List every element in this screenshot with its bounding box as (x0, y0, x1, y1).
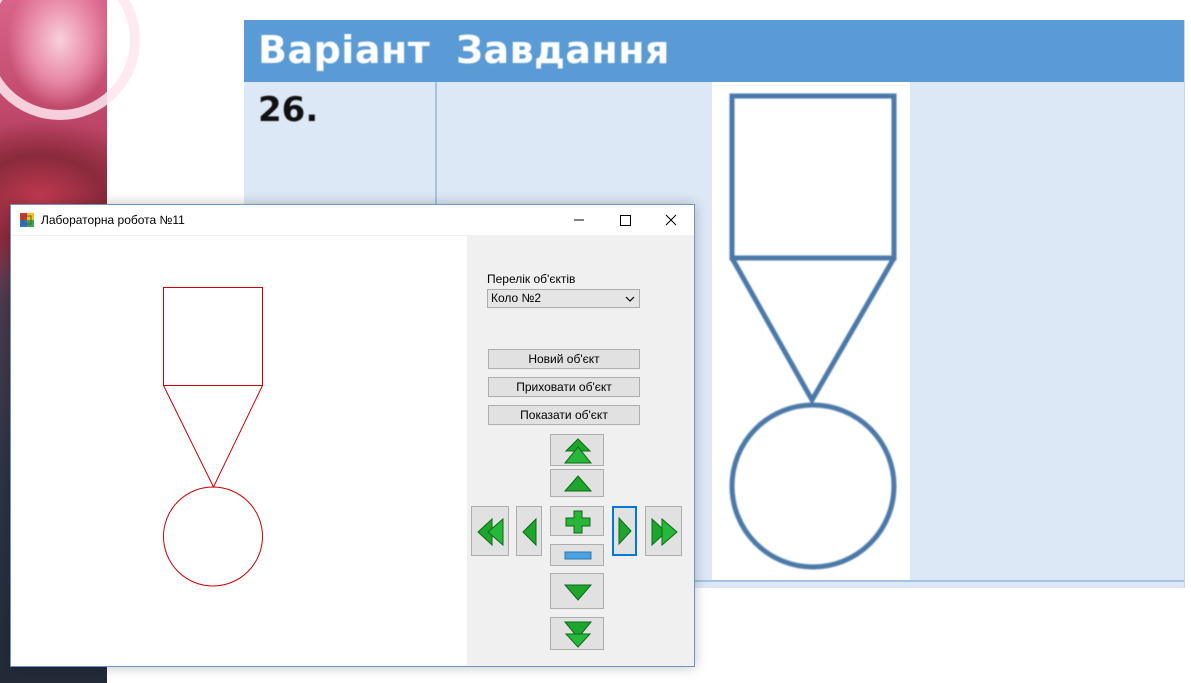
move-left-fast-button[interactable] (471, 506, 509, 556)
double-arrow-up-icon (563, 438, 593, 464)
task-figure (712, 82, 910, 580)
window-title: Лабораторна робота №11 (41, 213, 185, 227)
double-arrow-left-icon (477, 517, 504, 547)
shrink-button[interactable] (550, 544, 604, 566)
move-up-button[interactable] (550, 469, 604, 497)
move-down-button[interactable] (550, 573, 604, 609)
move-up-fast-button[interactable] (550, 434, 604, 466)
double-arrow-down-icon (563, 621, 593, 648)
minimize-button[interactable] (556, 205, 602, 235)
control-panel: Перелік об'єктів Коло №2 Новий об'єкт Пр… (467, 236, 694, 666)
arrow-left-icon (522, 517, 537, 547)
triangle-shape[interactable] (163, 385, 263, 489)
move-left-button[interactable] (516, 506, 542, 556)
reference-triangle (729, 256, 897, 406)
close-icon (665, 214, 677, 226)
wallpaper-ring (0, 0, 140, 120)
variant-column-header: Варіант (258, 28, 431, 72)
title-bar[interactable]: Лабораторна робота №11 (11, 205, 694, 235)
minus-icon (564, 551, 592, 560)
app-window: Лабораторна робота №11 Перелік об'єктів … (10, 204, 695, 667)
objects-select-value: Коло №2 (491, 291, 542, 305)
arrow-up-icon (563, 475, 593, 492)
minimize-icon (574, 219, 584, 221)
drawing-canvas[interactable] (11, 236, 467, 666)
objects-list-label: Перелік об'єктів (487, 272, 576, 286)
circle-shape[interactable] (163, 486, 263, 587)
reference-figure-drawing (729, 93, 897, 570)
enlarge-button[interactable] (550, 506, 604, 536)
reference-circle (729, 402, 897, 570)
objects-select[interactable]: Коло №2 (487, 289, 640, 308)
arrow-down-icon (563, 584, 593, 601)
new-object-button[interactable]: Новий об'єкт (488, 349, 640, 369)
move-right-button[interactable] (612, 506, 637, 556)
double-arrow-right-icon (651, 517, 678, 547)
maximize-button[interactable] (602, 205, 648, 235)
chevron-down-icon (625, 296, 635, 302)
arrow-right-icon (618, 516, 632, 546)
close-button[interactable] (648, 205, 694, 235)
hide-object-button[interactable]: Приховати об'єкт (488, 377, 640, 397)
canvas-drawing (163, 287, 263, 587)
app-icon (20, 213, 34, 227)
task-table-header: Варіант Завдання (244, 20, 1184, 82)
move-right-fast-button[interactable] (645, 506, 682, 556)
task-column-header: Завдання (456, 28, 670, 72)
square-shape[interactable] (163, 287, 263, 386)
maximize-icon (620, 215, 631, 226)
show-object-button[interactable]: Показати об'єкт (488, 405, 640, 425)
variant-number: 26. (258, 90, 319, 130)
reference-square (729, 93, 897, 261)
move-down-fast-button[interactable] (550, 617, 604, 650)
plus-icon (565, 510, 591, 534)
